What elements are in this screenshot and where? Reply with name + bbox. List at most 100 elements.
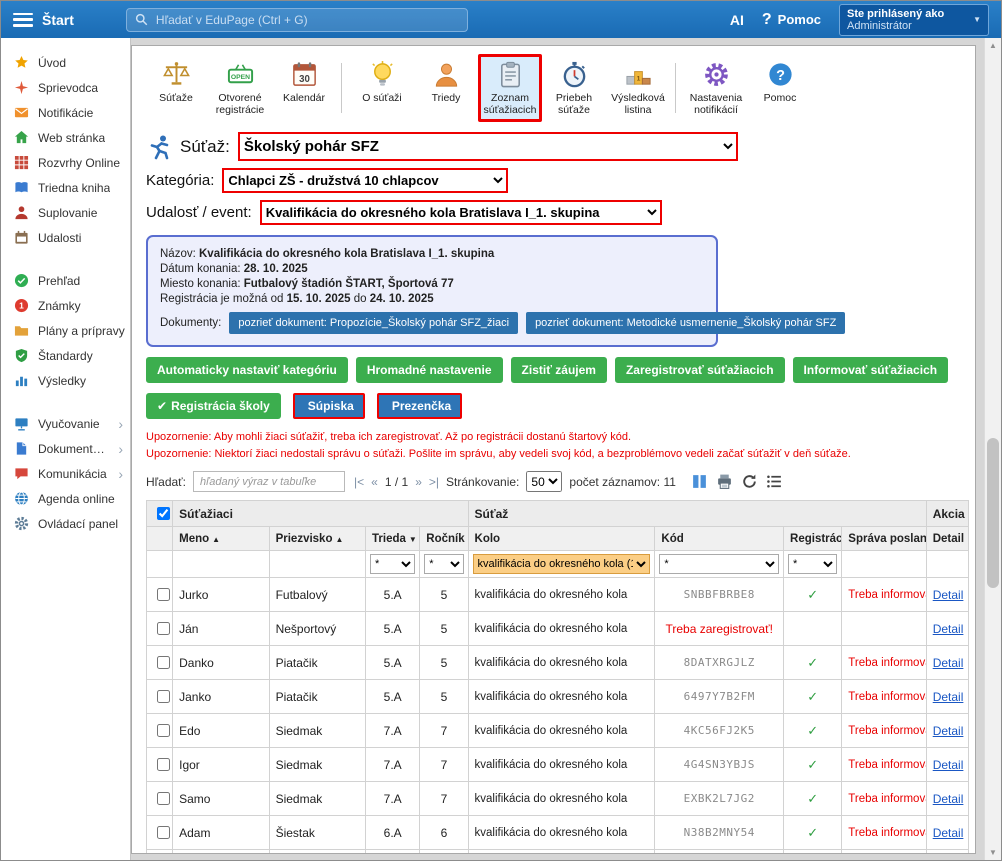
row-checkbox[interactable] bbox=[157, 792, 170, 805]
sidebar-item-znamky[interactable]: Známky › bbox=[1, 293, 130, 318]
detail-link[interactable]: Detail bbox=[933, 826, 964, 840]
column-header-detail[interactable]: Detail bbox=[926, 527, 968, 551]
column-header-kolo[interactable]: Kolo bbox=[468, 527, 655, 551]
detail-link[interactable]: Detail bbox=[933, 724, 964, 738]
category-select[interactable]: Chlapci ZŠ - družstvá 10 chlapcov bbox=[222, 168, 508, 193]
row-checkbox[interactable] bbox=[157, 758, 170, 771]
toolbar-item-zoznam-sutaziacich[interactable]: Zoznam súťažiacich bbox=[478, 54, 542, 122]
column-header-sprava-poslana[interactable]: Správa poslaná bbox=[842, 527, 926, 551]
select-all-checkbox[interactable] bbox=[157, 507, 170, 520]
detail-link[interactable]: Detail bbox=[933, 792, 964, 806]
menu-icon[interactable] bbox=[13, 13, 33, 27]
scroll-down-icon[interactable]: ▼ bbox=[985, 848, 1001, 857]
row-checkbox[interactable] bbox=[157, 690, 170, 703]
warning-text: Upozornenie: Aby mohli žiaci súťažiť, tr… bbox=[146, 429, 965, 446]
scroll-up-icon[interactable]: ▲ bbox=[985, 41, 1001, 50]
bulk-settings-button[interactable]: Hromadné nastavenie bbox=[356, 357, 503, 383]
scrollbar-thumb[interactable] bbox=[987, 438, 999, 588]
sidebar-item-notifikacie[interactable]: Notifikácie › bbox=[1, 100, 130, 125]
kod-filter-select[interactable]: * bbox=[659, 554, 779, 574]
pager-next-button[interactable]: » bbox=[415, 475, 422, 489]
toolbar-item-sutaze[interactable]: Súťaže bbox=[144, 54, 208, 122]
column-header-registracia[interactable]: Registrácia bbox=[784, 527, 842, 551]
pager-prev-button[interactable]: « bbox=[371, 475, 378, 489]
row-checkbox[interactable] bbox=[157, 622, 170, 635]
toolbar-item-o-sutazi[interactable]: O súťaži bbox=[350, 54, 414, 122]
global-search[interactable] bbox=[126, 8, 468, 32]
global-search-input[interactable] bbox=[154, 12, 459, 28]
sidebar-item-standardy[interactable]: Štandardy › bbox=[1, 343, 130, 368]
question-icon bbox=[766, 60, 795, 89]
toolbar-item-nastavenia-notifikacii[interactable]: Nastavenia notifikácií bbox=[684, 54, 748, 122]
cell-sprava-poslana bbox=[842, 612, 926, 646]
detail-link[interactable]: Detail bbox=[933, 758, 964, 772]
pager-last-button[interactable]: >| bbox=[429, 475, 439, 489]
table-search-input[interactable] bbox=[193, 471, 345, 492]
event-select[interactable]: Kvalifikácia do okresného kola Bratislav… bbox=[260, 200, 662, 225]
refresh-icon[interactable] bbox=[741, 473, 758, 490]
kolo-filter-select[interactable]: kvalifikácia do okresného kola (11) bbox=[473, 554, 651, 574]
cell-meno: Samo bbox=[173, 782, 269, 816]
sidebar-item-uvod[interactable]: Úvod › bbox=[1, 50, 130, 75]
competitors-table: Súťažiaci Súťaž Akcia Meno▲ Priezvisko▲ … bbox=[146, 500, 969, 854]
detail-link[interactable]: Detail bbox=[933, 656, 964, 670]
view-document-button[interactable]: pozrieť dokument: Metodické usmernenie_Š… bbox=[526, 312, 845, 334]
column-header-meno[interactable]: Meno▲ bbox=[173, 527, 269, 551]
sidebar-item-triedna-kniha[interactable]: Triedna kniha › bbox=[1, 175, 130, 200]
toolbar-item-pomoc[interactable]: Pomoc bbox=[748, 54, 812, 122]
sidebar-item-plany-a-pripravy[interactable]: Plány a prípravy › bbox=[1, 318, 130, 343]
toolbar-item-kalendar[interactable]: Kalendár bbox=[272, 54, 336, 122]
cell-sprava-poslana: Treba informovať! bbox=[842, 646, 926, 680]
column-header-trieda[interactable]: Trieda▼ bbox=[366, 527, 420, 551]
sidebar-item-agenda-online[interactable]: Agenda online › bbox=[1, 486, 130, 511]
toolbar-item-otvorene-registracie[interactable]: Otvorené registrácie bbox=[208, 54, 272, 122]
user-menu[interactable]: Ste prihlásený ako Administrátor ▼ bbox=[839, 4, 989, 36]
rocnik-filter-select[interactable]: * bbox=[424, 554, 463, 574]
column-header-priezvisko[interactable]: Priezvisko▲ bbox=[269, 527, 365, 551]
sidebar-item-udalosti[interactable]: Udalosti › bbox=[1, 225, 130, 250]
columns-icon[interactable] bbox=[691, 473, 708, 490]
sidebar-item-dokumentacia[interactable]: Dokumentácia › bbox=[1, 436, 130, 461]
list-view-icon[interactable] bbox=[766, 473, 783, 490]
registracia-filter-select[interactable]: * bbox=[788, 554, 837, 574]
check-interest-button[interactable]: Zistiť záujem bbox=[511, 357, 607, 383]
sidebar-item-vyucovanie[interactable]: Vyučovanie › bbox=[1, 411, 130, 436]
sidebar-item-ovladaci-panel[interactable]: Ovládací panel › bbox=[1, 511, 130, 536]
detail-link[interactable]: Detail bbox=[933, 622, 964, 636]
toolbar-item-triedy[interactable]: Triedy bbox=[414, 54, 478, 122]
competition-select[interactable]: Školský pohár SFZ bbox=[238, 132, 738, 161]
sidebar-item-suplovanie[interactable]: Suplovanie › bbox=[1, 200, 130, 225]
sidebar-item-web-stranka[interactable]: Web stránka › bbox=[1, 125, 130, 150]
detail-link[interactable]: Detail bbox=[933, 588, 964, 602]
register-competitors-button[interactable]: Zaregistrovať súťažiacich bbox=[615, 357, 785, 383]
inform-competitors-button[interactable]: Informovať súťažiacich bbox=[793, 357, 949, 383]
info-name-label: Názov: bbox=[160, 248, 196, 260]
sidebar-item-vysledky[interactable]: Výsledky › bbox=[1, 368, 130, 393]
toolbar-item-priebeh-sutaze[interactable]: Priebeh súťaže bbox=[542, 54, 606, 122]
ai-button[interactable]: AI bbox=[730, 12, 744, 28]
roster-button[interactable]: Súpiska bbox=[293, 393, 365, 419]
row-checkbox[interactable] bbox=[157, 826, 170, 839]
row-checkbox[interactable] bbox=[157, 656, 170, 669]
column-header-kod[interactable]: Kód bbox=[655, 527, 784, 551]
row-checkbox[interactable] bbox=[157, 724, 170, 737]
detail-link[interactable]: Detail bbox=[933, 690, 964, 704]
vertical-scrollbar[interactable]: ▲ ▼ bbox=[984, 38, 1001, 860]
toolbar-item-vysledkova-listina[interactable]: Výsledková listina bbox=[606, 54, 670, 122]
sidebar-item-rozvrhy-online[interactable]: Rozvrhy Online › bbox=[1, 150, 130, 175]
pager-first-button[interactable]: |< bbox=[354, 475, 364, 489]
school-registration-button[interactable]: ✔Registrácia školy bbox=[146, 393, 281, 419]
start-menu-label[interactable]: Štart bbox=[42, 12, 74, 28]
attendance-button[interactable]: Prezenčka bbox=[377, 393, 462, 419]
trieda-filter-select[interactable]: * bbox=[370, 554, 415, 574]
page-size-select[interactable]: 50 bbox=[526, 471, 562, 492]
auto-category-button[interactable]: Automaticky nastaviť kategóriu bbox=[146, 357, 348, 383]
printer-icon[interactable] bbox=[716, 473, 733, 490]
sidebar-item-sprievodca[interactable]: Sprievodca › bbox=[1, 75, 130, 100]
sidebar-item-prehlad[interactable]: Prehľad › bbox=[1, 268, 130, 293]
help-button[interactable]: ? Pomoc bbox=[762, 11, 821, 29]
view-document-button[interactable]: pozrieť dokument: Propozície_Školský poh… bbox=[229, 312, 518, 334]
row-checkbox[interactable] bbox=[157, 588, 170, 601]
sidebar-item-komunikacia[interactable]: Komunikácia › bbox=[1, 461, 130, 486]
column-header-rocnik[interactable]: Ročník bbox=[420, 527, 468, 551]
